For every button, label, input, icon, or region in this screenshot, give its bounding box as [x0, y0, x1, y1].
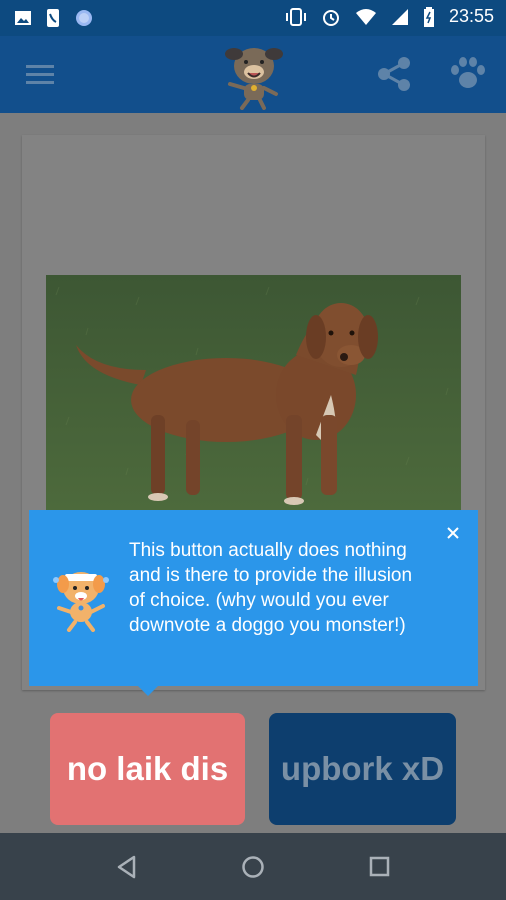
vibrate-icon [285, 7, 306, 26]
share-icon[interactable] [376, 56, 412, 92]
app-bar [0, 36, 506, 113]
navigation-bar [0, 833, 506, 900]
back-icon[interactable] [116, 855, 138, 879]
home-icon[interactable] [241, 855, 265, 879]
image-icon [15, 11, 31, 25]
hamburger-menu-icon[interactable] [26, 63, 54, 85]
status-time: 23:55 [448, 6, 494, 26]
dog-mascot-icon [53, 572, 109, 632]
circle-icon [76, 10, 92, 26]
dog-logo-icon [225, 48, 283, 110]
close-icon[interactable] [446, 526, 460, 540]
tooltip: This button actually does nothing and is… [29, 510, 478, 686]
battery-icon [423, 6, 434, 27]
paw-icon[interactable] [450, 56, 486, 90]
downvote-button[interactable]: no laik dis [50, 713, 245, 825]
tooltip-arrow [136, 684, 160, 696]
dog-photo [46, 275, 461, 510]
upvote-button[interactable]: upbork xD [269, 713, 456, 825]
tooltip-message: This button actually does nothing and is… [129, 540, 413, 636]
phone-icon [47, 9, 59, 27]
signal-icon [391, 8, 408, 25]
wifi-icon [355, 8, 376, 25]
status-bar: 23:55 [0, 0, 506, 36]
recents-icon[interactable] [369, 856, 391, 878]
alarm-icon [322, 9, 339, 26]
